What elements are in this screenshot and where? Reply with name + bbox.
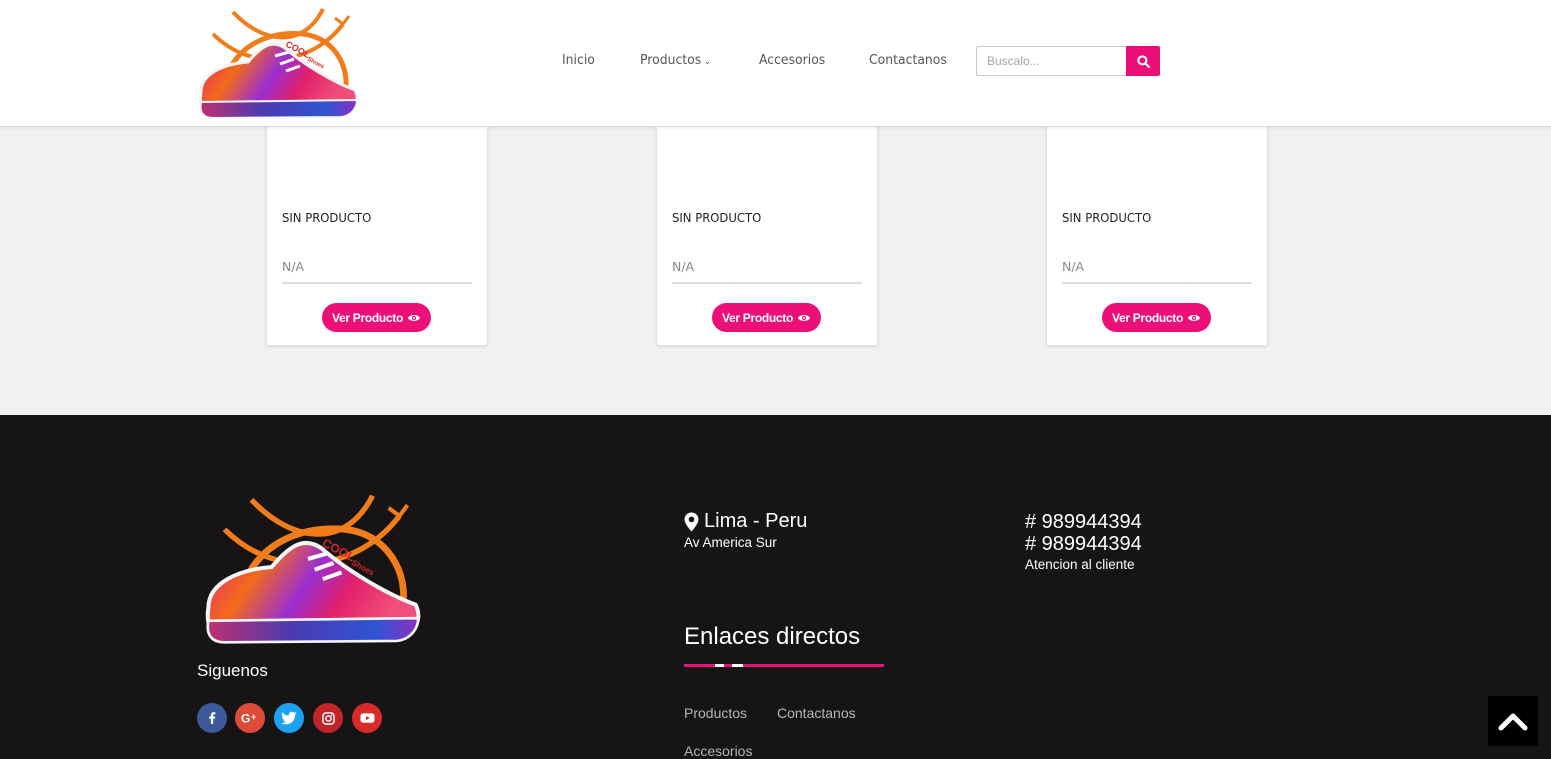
product-name: SIN PRODUCTO	[1062, 210, 1152, 225]
facebook-icon	[209, 712, 216, 724]
phone-number: # 989944394	[1025, 511, 1142, 533]
chevron-down-icon: ⌄	[703, 57, 711, 67]
nav-accesorios[interactable]: Accesorios	[759, 52, 825, 68]
follow-title: Siguenos	[197, 661, 268, 680]
product-price: N/A	[1062, 259, 1252, 284]
links-divider	[684, 664, 884, 667]
phone-number: # 989944394	[1025, 533, 1142, 555]
location-address: Av America Sur	[684, 535, 777, 550]
site-footer: Siguenos G + Lima - Peru Av America Sur #…	[0, 415, 1551, 759]
instagram-button[interactable]	[313, 703, 343, 733]
shoe-logo-icon	[196, 489, 428, 645]
map-marker-icon	[684, 512, 699, 531]
nav-inicio[interactable]: Inicio	[562, 52, 595, 68]
chevron-up-icon	[1498, 713, 1528, 731]
scroll-to-top-button[interactable]	[1488, 696, 1538, 746]
view-product-label: Ver Producto	[1111, 310, 1184, 325]
search-button[interactable]	[1126, 46, 1160, 76]
twitter-button[interactable]	[274, 703, 304, 733]
product-price: N/A	[282, 259, 472, 284]
svg-text:+: +	[251, 712, 256, 722]
eye-icon	[407, 314, 421, 321]
instagram-icon	[321, 711, 335, 725]
location-title-text: Lima - Peru	[704, 510, 808, 532]
product-card: SIN PRODUCTO N/A Ver Producto	[656, 100, 878, 346]
eye-icon	[797, 314, 811, 321]
product-card: SIN PRODUCTO N/A Ver Producto	[1046, 100, 1268, 346]
nav-productos-label: Productos	[640, 52, 702, 68]
product-name: SIN PRODUCTO	[282, 210, 372, 225]
view-product-label: Ver Producto	[721, 310, 794, 325]
site-header: Inicio Productos ⌄ Accesorios Contactanos	[0, 0, 1551, 127]
search-input[interactable]	[976, 46, 1126, 76]
main-nav: Inicio Productos ⌄ Accesorios Contactanos	[0, 52, 1551, 72]
links-title: Enlaces directos	[684, 623, 861, 650]
footer-logo	[196, 489, 428, 645]
product-price: N/A	[672, 259, 862, 284]
product-name: SIN PRODUCTO	[672, 210, 762, 225]
view-product-button[interactable]: Ver Producto	[712, 303, 821, 332]
location-title: Lima - Peru	[684, 510, 807, 533]
product-card: SIN PRODUCTO N/A Ver Producto	[266, 100, 488, 346]
twitter-icon	[281, 711, 297, 725]
footer-link-accesorios[interactable]: Accesorios	[684, 743, 752, 759]
youtube-icon	[359, 713, 375, 723]
search-icon	[1136, 54, 1150, 68]
footer-link-contactanos[interactable]: Contactanos	[777, 705, 856, 721]
youtube-button[interactable]	[352, 703, 382, 733]
nav-productos[interactable]: Productos ⌄	[640, 52, 711, 68]
nav-contactanos[interactable]: Contactanos	[869, 52, 947, 68]
google-plus-icon: G +	[241, 712, 256, 726]
eye-icon	[1187, 314, 1201, 321]
facebook-button[interactable]	[197, 703, 227, 733]
view-product-label: Ver Producto	[331, 310, 404, 325]
view-product-button[interactable]: Ver Producto	[322, 303, 431, 332]
google-plus-button[interactable]: G +	[235, 703, 265, 733]
footer-link-productos[interactable]: Productos	[684, 705, 747, 721]
svg-text:G: G	[241, 712, 250, 726]
view-product-button[interactable]: Ver Producto	[1102, 303, 1211, 332]
phone-caption: Atencion al cliente	[1025, 557, 1135, 572]
